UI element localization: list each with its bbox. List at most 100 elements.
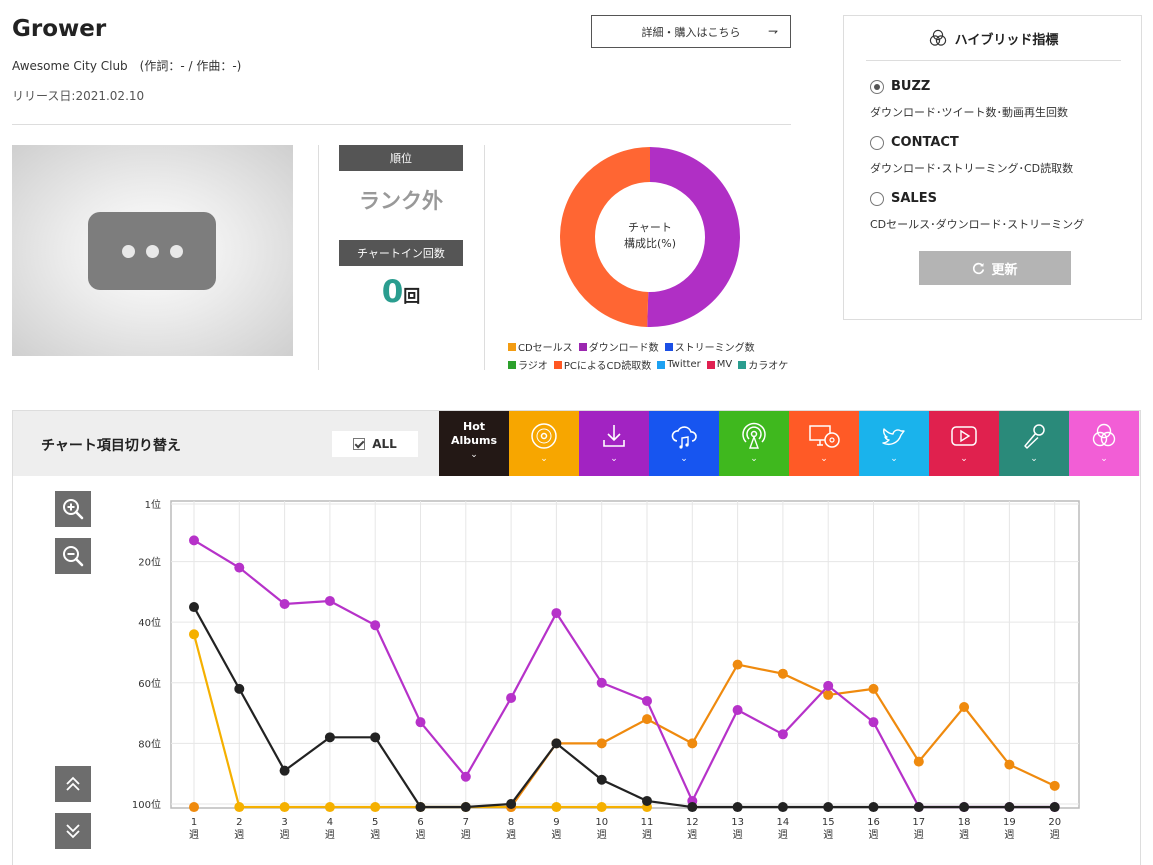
radio-sales[interactable] — [870, 191, 884, 206]
x-tick-label: 週 — [416, 829, 426, 841]
legend-item: CDセールス — [508, 339, 573, 354]
chart-section: チャート項目切り替え ALL Hot Albums ⌄ ⌄ ⌄ ⌄ ⌄ ⌄ ⌄ … — [12, 410, 1141, 865]
x-tick-label: 4 — [327, 817, 333, 828]
data-point — [415, 802, 426, 813]
x-tick-label: 17 — [912, 817, 925, 828]
radio-buzz[interactable] — [870, 79, 884, 94]
data-point — [823, 689, 834, 700]
legend-swatch — [738, 360, 747, 369]
data-point — [370, 620, 381, 631]
data-point — [913, 756, 924, 767]
y-tick-label: 1位 — [145, 498, 161, 511]
x-tick-label: 週 — [370, 829, 380, 841]
detail-purchase-label: 詳細・購入はこちら — [641, 25, 741, 39]
option-buzz[interactable]: BUZZ — [870, 79, 930, 94]
legend-item: Twitter — [657, 357, 701, 372]
legend-swatch — [664, 342, 673, 351]
data-point — [551, 738, 562, 749]
data-point — [823, 680, 834, 691]
data-point — [732, 705, 743, 716]
refresh-button[interactable]: 更新 — [919, 251, 1071, 285]
data-point — [868, 683, 879, 694]
x-tick-label: 9 — [553, 817, 559, 828]
data-point — [370, 732, 381, 743]
data-point — [1049, 780, 1060, 791]
x-tick-label: 週 — [506, 829, 516, 841]
x-tick-label: 13 — [731, 817, 744, 828]
x-tick-label: 2 — [236, 817, 242, 828]
data-point — [642, 795, 652, 806]
x-tick-label: 週 — [642, 829, 652, 841]
release-date: リリース日:2021.02.10 — [12, 89, 145, 103]
legend-item: MV — [706, 357, 733, 372]
legend-row-1: CDセールス ダウンロード数 ストリーミング数 — [508, 339, 755, 354]
data-point — [551, 802, 562, 813]
option-contact-desc: ダウンロード･ストリーミング･CD読取数 — [870, 162, 1074, 175]
x-tick-label: 1 — [191, 817, 197, 828]
data-point — [868, 802, 879, 813]
legend-label: Twitter — [667, 359, 701, 370]
legend-label: PCによるCD読取数 — [563, 361, 652, 372]
data-point — [370, 802, 381, 813]
x-tick-label: 16 — [867, 817, 880, 828]
x-tick-label: 10 — [595, 817, 608, 828]
detail-purchase-button[interactable]: 詳細・購入はこちら ⇁ — [591, 15, 791, 48]
data-point — [1004, 802, 1015, 813]
legend-label: カラオケ — [748, 361, 789, 372]
data-point — [324, 595, 335, 606]
y-tick-label: 20位 — [138, 556, 161, 569]
x-tick-label: 週 — [280, 829, 290, 841]
x-tick-label: 週 — [597, 829, 607, 841]
page-root: Grower Awesome City Club (作詞：- / 作曲：-) リ… — [0, 0, 1153, 865]
data-point — [234, 562, 245, 573]
data-point — [777, 668, 788, 679]
data-point — [687, 738, 698, 749]
data-point — [189, 602, 199, 613]
legend-row-2: ラジオ PCによるCD読取数 Twitter MV カラオケ — [508, 357, 788, 372]
legend-item: ラジオ — [508, 357, 548, 372]
x-tick-label: 7 — [463, 817, 469, 828]
radio-contact[interactable] — [870, 135, 884, 150]
x-tick-label: 週 — [1004, 829, 1014, 841]
option-buzz-label: BUZZ — [891, 79, 931, 94]
y-tick-label: 100位 — [132, 798, 161, 811]
data-point — [913, 802, 924, 813]
divider — [484, 145, 485, 370]
option-sales-label: SALES — [891, 191, 937, 206]
x-tick-label: 週 — [687, 829, 697, 841]
legend-label: MV — [716, 359, 733, 370]
data-point — [506, 692, 517, 703]
legend-label: ラジオ — [518, 361, 548, 372]
x-tick-label: 週 — [1050, 829, 1060, 841]
y-tick-label: 80位 — [138, 737, 161, 750]
x-tick-label: 8 — [508, 817, 514, 828]
legend-label: ストリーミング数 — [674, 343, 755, 354]
chart-in-count-unit: 回 — [403, 287, 421, 307]
hybrid-circles-icon — [929, 29, 946, 46]
data-point — [279, 599, 290, 609]
data-point — [234, 683, 245, 694]
data-point — [234, 802, 245, 813]
x-tick-label: 週 — [823, 829, 833, 841]
data-point — [415, 717, 426, 728]
data-point — [596, 774, 607, 785]
x-tick-label: 14 — [777, 817, 790, 828]
chart-in-count: 0回 — [339, 274, 463, 310]
option-sales[interactable]: SALES — [870, 191, 937, 206]
x-tick-label: 週 — [778, 829, 788, 841]
legend-swatch — [553, 360, 562, 369]
hybrid-index-panel: ハイブリッド指標 BUZZ ダウンロード･ツイート数･動画再生回数 CONTAC… — [843, 15, 1142, 320]
more-icon — [88, 212, 216, 290]
video-thumbnail[interactable] — [12, 145, 293, 356]
data-point — [687, 802, 698, 813]
divider — [318, 145, 319, 370]
option-contact[interactable]: CONTACT — [870, 135, 959, 150]
data-point — [596, 677, 607, 688]
x-tick-label: 6 — [417, 817, 423, 828]
y-tick-label: 60位 — [138, 677, 161, 690]
data-point — [279, 765, 290, 776]
data-point — [1049, 802, 1060, 813]
data-point — [777, 802, 788, 813]
data-point — [823, 802, 834, 813]
song-title: Grower — [12, 16, 107, 42]
